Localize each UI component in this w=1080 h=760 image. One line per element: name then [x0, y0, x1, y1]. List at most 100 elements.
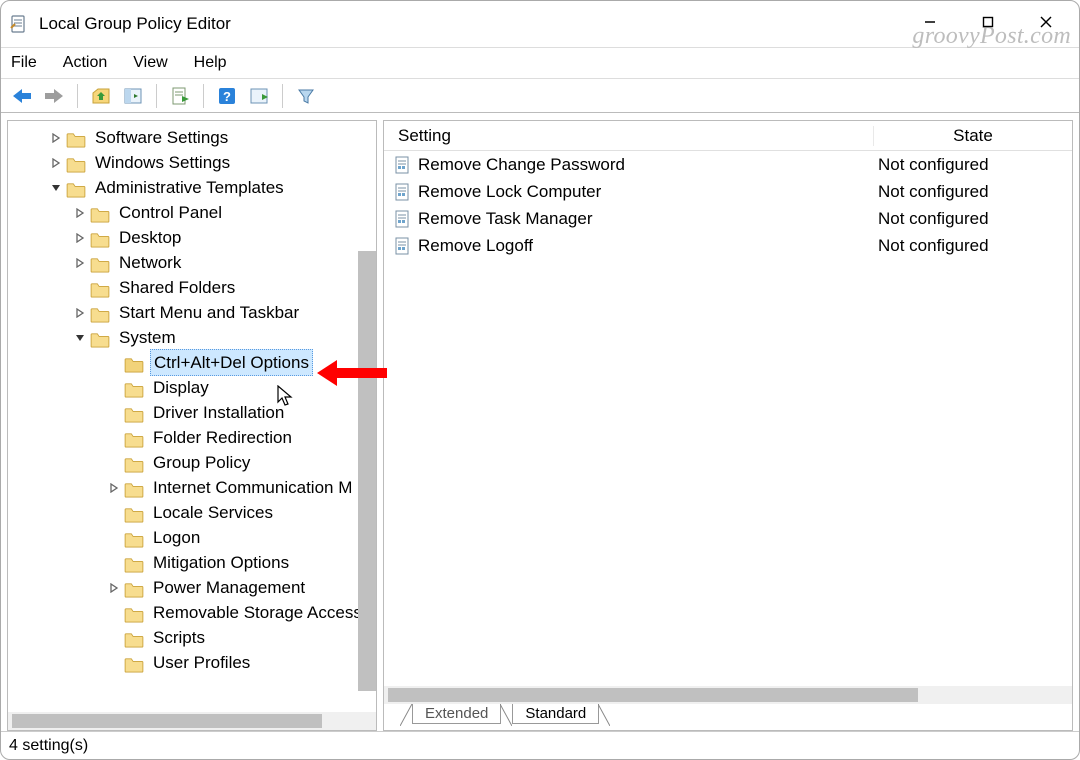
tree[interactable]: Software Settings Windows Settings Admin…: [8, 121, 376, 712]
tree-item[interactable]: Windows Settings: [16, 150, 376, 175]
folder-icon: [90, 255, 110, 271]
tree-item-label: Display: [150, 375, 212, 400]
expand-toggle-icon[interactable]: [72, 308, 88, 318]
tree-item[interactable]: Desktop: [16, 225, 376, 250]
tree-item[interactable]: Removable Storage Access: [16, 600, 376, 625]
tree-item[interactable]: Logon: [16, 525, 376, 550]
tree-item[interactable]: System: [16, 325, 376, 350]
setting-row[interactable]: Remove Task ManagerNot configured: [384, 205, 1072, 232]
app-icon: [9, 14, 29, 34]
view-tabs: Extended Standard: [384, 704, 1072, 730]
menu-file[interactable]: File: [11, 54, 37, 72]
policy-setting-icon: [394, 183, 412, 201]
tree-item-label: Desktop: [116, 225, 184, 250]
tree-item[interactable]: Display: [16, 375, 376, 400]
folder-icon: [124, 355, 144, 371]
tab-extended[interactable]: Extended: [412, 704, 501, 724]
forward-button[interactable]: [41, 83, 67, 109]
tree-item[interactable]: Internet Communication M: [16, 475, 376, 500]
tree-item-label: Locale Services: [150, 500, 276, 525]
tree-item[interactable]: Administrative Templates: [16, 175, 376, 200]
tree-item[interactable]: Network: [16, 250, 376, 275]
tree-item[interactable]: Shared Folders: [16, 275, 376, 300]
folder-icon: [124, 530, 144, 546]
tree-item-label: Group Policy: [150, 450, 253, 475]
minimize-button[interactable]: [901, 3, 959, 41]
tree-pane: Software Settings Windows Settings Admin…: [7, 120, 377, 731]
filter-button[interactable]: [293, 83, 319, 109]
tree-item[interactable]: Locale Services: [16, 500, 376, 525]
tree-item[interactable]: Scripts: [16, 625, 376, 650]
folder-icon: [124, 630, 144, 646]
show-hide-tree-button[interactable]: [120, 83, 146, 109]
tree-item[interactable]: Folder Redirection: [16, 425, 376, 450]
titlebar: Local Group Policy Editor groovyPost.com: [1, 1, 1079, 47]
tree-item[interactable]: Mitigation Options: [16, 550, 376, 575]
column-header-state[interactable]: State: [874, 126, 1072, 146]
tab-edge-icon: [400, 704, 412, 726]
tree-item-label: System: [116, 325, 179, 350]
right-horizontal-scrollbar[interactable]: [384, 686, 1072, 704]
setting-row[interactable]: Remove Lock ComputerNot configured: [384, 178, 1072, 205]
content-area: Software Settings Windows Settings Admin…: [1, 113, 1079, 731]
folder-icon: [124, 555, 144, 571]
expand-toggle-icon[interactable]: [72, 208, 88, 218]
tree-item-label: Logon: [150, 525, 203, 550]
tree-item[interactable]: Power Management: [16, 575, 376, 600]
window-title: Local Group Policy Editor: [39, 14, 231, 34]
expand-toggle-icon[interactable]: [48, 133, 64, 143]
expand-toggle-icon[interactable]: [106, 583, 122, 593]
folder-icon: [124, 580, 144, 596]
scrollbar-thumb[interactable]: [388, 688, 918, 702]
menu-action[interactable]: Action: [63, 54, 107, 72]
folder-icon: [90, 305, 110, 321]
maximize-button[interactable]: [959, 3, 1017, 41]
tree-item-label: Administrative Templates: [92, 175, 287, 200]
tree-item[interactable]: Driver Installation: [16, 400, 376, 425]
setting-row[interactable]: Remove Change PasswordNot configured: [384, 151, 1072, 178]
back-button[interactable]: [9, 83, 35, 109]
window-controls: [901, 3, 1075, 41]
tree-item[interactable]: Start Menu and Taskbar: [16, 300, 376, 325]
policy-setting-icon: [394, 237, 412, 255]
left-vertical-scrollbar[interactable]: [358, 251, 376, 691]
filter-options-button[interactable]: [246, 83, 272, 109]
status-text: 4 setting(s): [9, 737, 88, 755]
toolbar-separator: [203, 84, 204, 108]
grid-body[interactable]: Remove Change PasswordNot configured Rem…: [384, 151, 1072, 686]
left-horizontal-scrollbar[interactable]: [8, 712, 376, 730]
column-header-setting[interactable]: Setting: [384, 126, 874, 146]
tab-standard[interactable]: Standard: [512, 704, 599, 724]
close-button[interactable]: [1017, 3, 1075, 41]
tree-item[interactable]: Ctrl+Alt+Del Options: [16, 350, 376, 375]
setting-row[interactable]: Remove LogoffNot configured: [384, 232, 1072, 259]
tree-item-label: Ctrl+Alt+Del Options: [150, 349, 313, 376]
app-window: Local Group Policy Editor groovyPost.com…: [0, 0, 1080, 760]
scrollbar-thumb[interactable]: [12, 714, 322, 728]
tree-item[interactable]: Group Policy: [16, 450, 376, 475]
tree-item-label: Scripts: [150, 625, 208, 650]
menu-help[interactable]: Help: [194, 54, 227, 72]
expand-toggle-icon[interactable]: [106, 483, 122, 493]
up-button[interactable]: [88, 83, 114, 109]
folder-icon: [90, 280, 110, 296]
menu-view[interactable]: View: [133, 54, 167, 72]
tree-item-label: Software Settings: [92, 125, 231, 150]
export-list-button[interactable]: [167, 83, 193, 109]
setting-name: Remove Change Password: [418, 155, 874, 175]
expand-toggle-icon[interactable]: [48, 158, 64, 168]
setting-name: Remove Task Manager: [418, 209, 874, 229]
expand-toggle-icon[interactable]: [48, 183, 64, 193]
tree-item[interactable]: Control Panel: [16, 200, 376, 225]
toolbar-separator: [77, 84, 78, 108]
help-button[interactable]: ?: [214, 83, 240, 109]
tree-item[interactable]: User Profiles: [16, 650, 376, 675]
policy-setting-icon: [394, 210, 412, 228]
tree-item-label: Driver Installation: [150, 400, 287, 425]
expand-toggle-icon[interactable]: [72, 333, 88, 343]
expand-toggle-icon[interactable]: [72, 233, 88, 243]
folder-icon: [66, 180, 86, 196]
expand-toggle-icon[interactable]: [72, 258, 88, 268]
tree-item[interactable]: Software Settings: [16, 125, 376, 150]
folder-icon: [124, 380, 144, 396]
